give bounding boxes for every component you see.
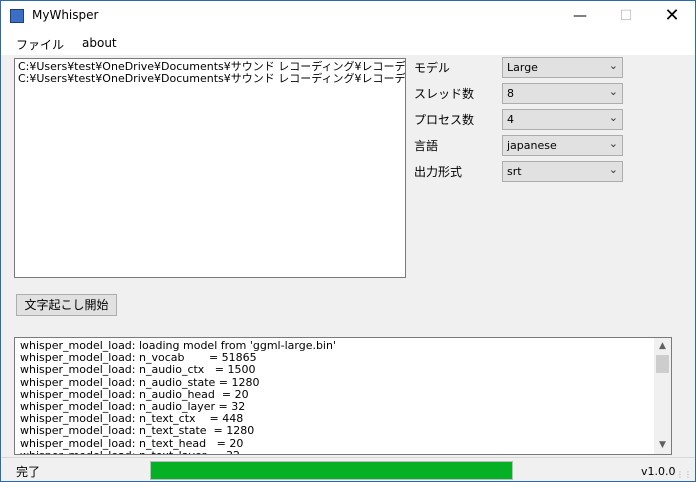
language-label: 言語 <box>414 139 439 153</box>
maximize-icon[interactable]: ☐ <box>603 1 649 31</box>
file-list[interactable]: C:¥Users¥test¥OneDrive¥Documents¥サウンド レコ… <box>14 58 406 278</box>
app-window: MyWhisper — ☐ ✕ ファイル about C:¥Users¥test… <box>0 0 696 482</box>
status-text: 完了 <box>16 465 41 479</box>
scroll-thumb[interactable] <box>656 355 669 373</box>
log-scrollbar[interactable]: ▲ ▼ <box>654 338 671 454</box>
log-text: whisper_model_load: loading model from '… <box>20 339 336 454</box>
model-select[interactable]: Large ⌄ <box>502 57 623 78</box>
minimize-icon[interactable]: — <box>557 1 603 31</box>
threads-label: スレッド数 <box>414 87 475 101</box>
chevron-down-icon: ⌄ <box>608 111 618 124</box>
chevron-down-icon: ⌄ <box>608 59 618 72</box>
file-list-item[interactable]: C:¥Users¥test¥OneDrive¥Documents¥サウンド レコ… <box>18 73 405 85</box>
language-value: japanese <box>507 139 557 152</box>
close-icon[interactable]: ✕ <box>649 1 695 31</box>
log-output[interactable]: whisper_model_load: loading model from '… <box>14 337 672 455</box>
language-select[interactable]: japanese ⌄ <box>502 135 623 156</box>
menu-bar: ファイル about <box>1 31 695 55</box>
menu-about[interactable]: about <box>82 36 117 50</box>
progress-fill <box>151 462 512 479</box>
scroll-down-icon[interactable]: ▼ <box>654 437 671 454</box>
output-format-select[interactable]: srt ⌄ <box>502 161 623 182</box>
model-value: Large <box>507 61 538 74</box>
processes-select[interactable]: 4 ⌄ <box>502 109 623 130</box>
resize-grip-icon[interactable]: ⋮⋮ <box>676 470 692 479</box>
threads-value: 8 <box>507 87 514 100</box>
model-label: モデル <box>414 61 451 75</box>
progress-bar <box>150 461 513 480</box>
output-format-label: 出力形式 <box>414 165 463 179</box>
chevron-down-icon: ⌄ <box>608 85 618 98</box>
chevron-down-icon: ⌄ <box>608 137 618 150</box>
processes-value: 4 <box>507 113 514 126</box>
start-transcription-button[interactable]: 文字起こし開始 <box>16 294 117 316</box>
window-title: MyWhisper <box>32 8 99 22</box>
chevron-down-icon: ⌄ <box>608 163 618 176</box>
processes-label: プロセス数 <box>414 113 475 127</box>
status-bar: 完了 v1.0.0 ⋮⋮ <box>1 457 695 481</box>
title-bar: MyWhisper — ☐ ✕ <box>1 1 695 31</box>
output-format-value: srt <box>507 165 522 178</box>
scroll-up-icon[interactable]: ▲ <box>654 338 671 355</box>
menu-file[interactable]: ファイル <box>16 36 64 53</box>
version-label: v1.0.0 <box>641 465 676 478</box>
threads-select[interactable]: 8 ⌄ <box>502 83 623 104</box>
app-icon <box>10 9 24 23</box>
